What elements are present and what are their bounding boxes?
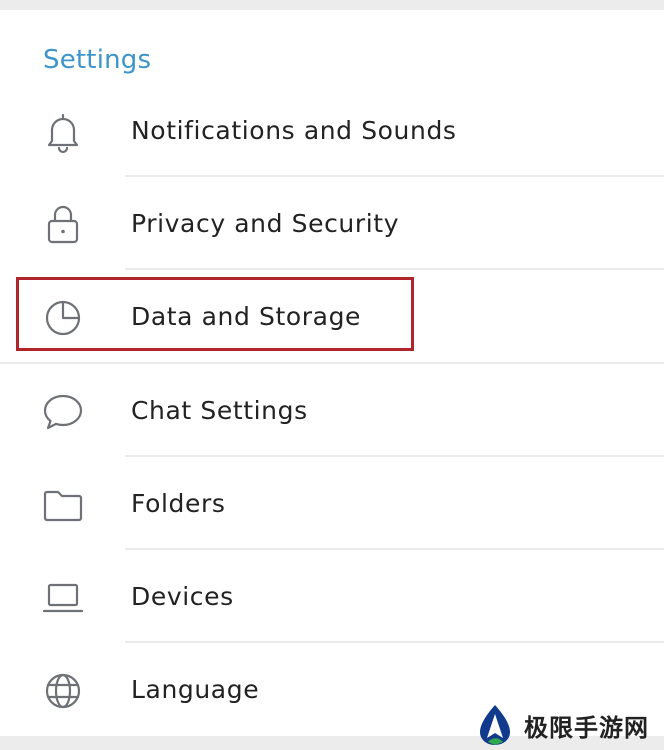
bell-icon bbox=[38, 107, 88, 157]
watermark: 极限手游网 bbox=[472, 700, 649, 750]
settings-item-folders[interactable]: Folders bbox=[0, 458, 664, 551]
settings-panel: Settings Notifications and Sounds Privac… bbox=[0, 10, 664, 736]
settings-item-label: Language bbox=[131, 675, 260, 704]
lock-icon bbox=[38, 200, 88, 250]
divider bbox=[125, 455, 664, 457]
divider bbox=[0, 362, 664, 364]
settings-item-data-storage[interactable]: Data and Storage bbox=[0, 271, 664, 364]
settings-item-label: Notifications and Sounds bbox=[131, 116, 457, 145]
top-strip bbox=[0, 0, 664, 10]
settings-item-notifications[interactable]: Notifications and Sounds bbox=[0, 85, 664, 178]
settings-item-devices[interactable]: Devices bbox=[0, 551, 664, 644]
divider bbox=[125, 175, 664, 177]
laptop-icon bbox=[38, 573, 88, 623]
divider bbox=[125, 548, 664, 550]
divider bbox=[125, 268, 664, 270]
watermark-logo-icon bbox=[480, 705, 510, 745]
settings-item-label: Folders bbox=[131, 489, 226, 518]
settings-item-chat[interactable]: Chat Settings bbox=[0, 365, 664, 458]
settings-item-label: Devices bbox=[131, 582, 234, 611]
settings-item-label: Chat Settings bbox=[131, 396, 308, 425]
section-title: Settings bbox=[43, 45, 152, 75]
pie-chart-icon bbox=[38, 293, 88, 343]
settings-item-privacy[interactable]: Privacy and Security bbox=[0, 178, 664, 271]
folder-icon bbox=[38, 480, 88, 530]
settings-item-label: Privacy and Security bbox=[131, 209, 400, 238]
watermark-text: 极限手游网 bbox=[524, 712, 649, 742]
divider bbox=[125, 641, 664, 643]
globe-icon bbox=[38, 666, 88, 716]
settings-item-label: Data and Storage bbox=[131, 302, 362, 331]
chat-bubble-icon bbox=[38, 387, 88, 437]
